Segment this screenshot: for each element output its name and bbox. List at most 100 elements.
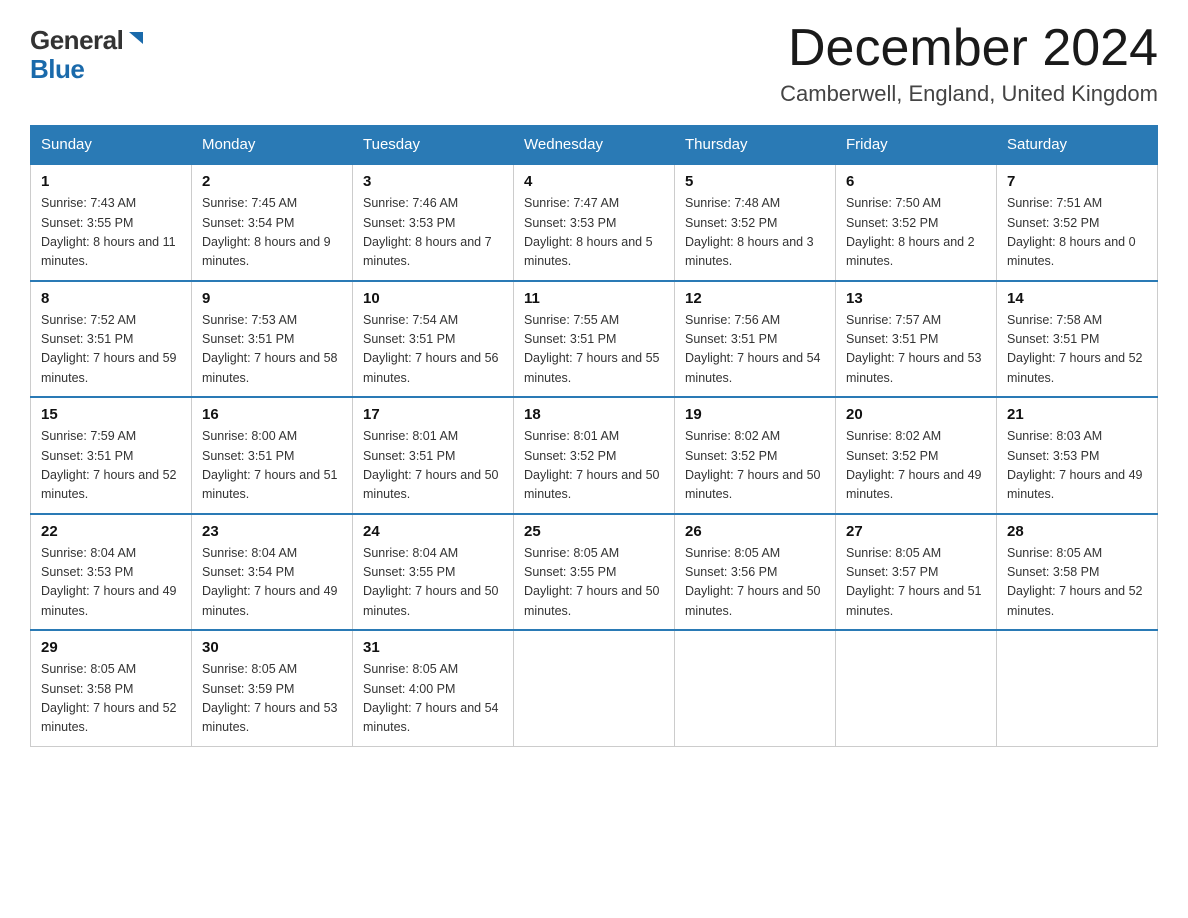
location-title: Camberwell, England, United Kingdom bbox=[780, 81, 1158, 107]
day-cell: 22 Sunrise: 8:04 AMSunset: 3:53 PMDayligh… bbox=[31, 514, 192, 631]
day-info: Sunrise: 7:59 AMSunset: 3:51 PMDaylight:… bbox=[41, 427, 181, 505]
header-wednesday: Wednesday bbox=[514, 126, 675, 165]
day-number: 27 bbox=[846, 523, 986, 540]
calendar-week-row: 1 Sunrise: 7:43 AMSunset: 3:55 PMDaylight… bbox=[31, 164, 1158, 281]
day-cell: 8 Sunrise: 7:52 AMSunset: 3:51 PMDaylight… bbox=[31, 281, 192, 398]
day-number: 15 bbox=[41, 406, 181, 423]
day-info: Sunrise: 7:43 AMSunset: 3:55 PMDaylight:… bbox=[41, 194, 181, 272]
day-info: Sunrise: 8:05 AMSunset: 4:00 PMDaylight:… bbox=[363, 660, 503, 738]
day-number: 11 bbox=[524, 290, 664, 307]
empty-cell bbox=[675, 630, 836, 746]
day-number: 26 bbox=[685, 523, 825, 540]
day-number: 2 bbox=[202, 173, 342, 190]
day-info: Sunrise: 8:04 AMSunset: 3:53 PMDaylight:… bbox=[41, 544, 181, 622]
day-cell: 4Sunrise: 7:47 AMSunset: 3:53 PMDaylight… bbox=[514, 164, 675, 281]
day-number: 12 bbox=[685, 290, 825, 307]
day-info: Sunrise: 7:50 AMSunset: 3:52 PMDaylight:… bbox=[846, 194, 986, 272]
header-sunday: Sunday bbox=[31, 126, 192, 165]
day-info: Sunrise: 8:05 AMSunset: 3:57 PMDaylight:… bbox=[846, 544, 986, 622]
day-info: Sunrise: 8:04 AMSunset: 3:54 PMDaylight:… bbox=[202, 544, 342, 622]
day-info: Sunrise: 7:51 AMSunset: 3:52 PMDaylight:… bbox=[1007, 194, 1147, 272]
day-cell: 18 Sunrise: 8:01 AMSunset: 3:52 PMDayligh… bbox=[514, 397, 675, 514]
day-cell: 14 Sunrise: 7:58 AMSunset: 3:51 PMDayligh… bbox=[997, 281, 1158, 398]
day-info: Sunrise: 7:48 AMSunset: 3:52 PMDaylight:… bbox=[685, 194, 825, 272]
day-cell: 11 Sunrise: 7:55 AMSunset: 3:51 PMDayligh… bbox=[514, 281, 675, 398]
calendar-week-row: 15 Sunrise: 7:59 AMSunset: 3:51 PMDayligh… bbox=[31, 397, 1158, 514]
day-info: Sunrise: 7:58 AMSunset: 3:51 PMDaylight:… bbox=[1007, 311, 1147, 389]
day-cell: 29Sunrise: 8:05 AMSunset: 3:58 PMDayligh… bbox=[31, 630, 192, 746]
day-cell: 21Sunrise: 8:03 AMSunset: 3:53 PMDayligh… bbox=[997, 397, 1158, 514]
day-info: Sunrise: 8:02 AMSunset: 3:52 PMDaylight:… bbox=[685, 427, 825, 505]
calendar-week-row: 22 Sunrise: 8:04 AMSunset: 3:53 PMDayligh… bbox=[31, 514, 1158, 631]
day-number: 21 bbox=[1007, 406, 1147, 423]
day-number: 14 bbox=[1007, 290, 1147, 307]
day-number: 7 bbox=[1007, 173, 1147, 190]
month-title: December 2024 bbox=[780, 20, 1158, 77]
day-info: Sunrise: 7:46 AMSunset: 3:53 PMDaylight:… bbox=[363, 194, 503, 272]
day-number: 17 bbox=[363, 406, 503, 423]
title-section: December 2024 Camberwell, England, Unite… bbox=[780, 20, 1158, 107]
day-cell: 27 Sunrise: 8:05 AMSunset: 3:57 PMDayligh… bbox=[836, 514, 997, 631]
day-cell: 25Sunrise: 8:05 AMSunset: 3:55 PMDayligh… bbox=[514, 514, 675, 631]
header-monday: Monday bbox=[192, 126, 353, 165]
day-number: 13 bbox=[846, 290, 986, 307]
day-cell: 10Sunrise: 7:54 AMSunset: 3:51 PMDayligh… bbox=[353, 281, 514, 398]
day-info: Sunrise: 8:00 AMSunset: 3:51 PMDaylight:… bbox=[202, 427, 342, 505]
day-number: 20 bbox=[846, 406, 986, 423]
day-number: 28 bbox=[1007, 523, 1147, 540]
day-cell: 13 Sunrise: 7:57 AMSunset: 3:51 PMDayligh… bbox=[836, 281, 997, 398]
calendar-week-row: 8 Sunrise: 7:52 AMSunset: 3:51 PMDaylight… bbox=[31, 281, 1158, 398]
day-info: Sunrise: 8:05 AMSunset: 3:59 PMDaylight:… bbox=[202, 660, 342, 738]
day-cell: 20Sunrise: 8:02 AMSunset: 3:52 PMDayligh… bbox=[836, 397, 997, 514]
day-cell: 16 Sunrise: 8:00 AMSunset: 3:51 PMDayligh… bbox=[192, 397, 353, 514]
day-cell: 15 Sunrise: 7:59 AMSunset: 3:51 PMDayligh… bbox=[31, 397, 192, 514]
day-info: Sunrise: 8:05 AMSunset: 3:55 PMDaylight:… bbox=[524, 544, 664, 622]
header-tuesday: Tuesday bbox=[353, 126, 514, 165]
day-info: Sunrise: 7:53 AMSunset: 3:51 PMDaylight:… bbox=[202, 311, 342, 389]
day-cell: 1 Sunrise: 7:43 AMSunset: 3:55 PMDaylight… bbox=[31, 164, 192, 281]
logo-general: General bbox=[30, 26, 123, 55]
day-number: 16 bbox=[202, 406, 342, 423]
day-cell: 7 Sunrise: 7:51 AMSunset: 3:52 PMDaylight… bbox=[997, 164, 1158, 281]
day-info: Sunrise: 8:04 AMSunset: 3:55 PMDaylight:… bbox=[363, 544, 503, 622]
calendar-week-row: 29Sunrise: 8:05 AMSunset: 3:58 PMDayligh… bbox=[31, 630, 1158, 746]
day-info: Sunrise: 7:45 AMSunset: 3:54 PMDaylight:… bbox=[202, 194, 342, 272]
day-cell: 28Sunrise: 8:05 AMSunset: 3:58 PMDayligh… bbox=[997, 514, 1158, 631]
day-number: 24 bbox=[363, 523, 503, 540]
header-saturday: Saturday bbox=[997, 126, 1158, 165]
day-number: 5 bbox=[685, 173, 825, 190]
day-number: 29 bbox=[41, 639, 181, 656]
header-thursday: Thursday bbox=[675, 126, 836, 165]
day-info: Sunrise: 7:55 AMSunset: 3:51 PMDaylight:… bbox=[524, 311, 664, 389]
day-info: Sunrise: 7:52 AMSunset: 3:51 PMDaylight:… bbox=[41, 311, 181, 389]
logo: General Blue bbox=[30, 20, 147, 83]
weekday-header-row: Sunday Monday Tuesday Wednesday Thursday… bbox=[31, 126, 1158, 165]
day-cell: 17 Sunrise: 8:01 AMSunset: 3:51 PMDayligh… bbox=[353, 397, 514, 514]
day-cell: 5 Sunrise: 7:48 AMSunset: 3:52 PMDaylight… bbox=[675, 164, 836, 281]
day-info: Sunrise: 7:57 AMSunset: 3:51 PMDaylight:… bbox=[846, 311, 986, 389]
day-cell: 19 Sunrise: 8:02 AMSunset: 3:52 PMDayligh… bbox=[675, 397, 836, 514]
day-cell: 31 Sunrise: 8:05 AMSunset: 4:00 PMDayligh… bbox=[353, 630, 514, 746]
day-number: 22 bbox=[41, 523, 181, 540]
day-info: Sunrise: 7:56 AMSunset: 3:51 PMDaylight:… bbox=[685, 311, 825, 389]
day-cell: 2 Sunrise: 7:45 AMSunset: 3:54 PMDaylight… bbox=[192, 164, 353, 281]
day-info: Sunrise: 8:05 AMSunset: 3:56 PMDaylight:… bbox=[685, 544, 825, 622]
day-info: Sunrise: 8:01 AMSunset: 3:52 PMDaylight:… bbox=[524, 427, 664, 505]
day-number: 18 bbox=[524, 406, 664, 423]
day-info: Sunrise: 8:01 AMSunset: 3:51 PMDaylight:… bbox=[363, 427, 503, 505]
day-info: Sunrise: 7:54 AMSunset: 3:51 PMDaylight:… bbox=[363, 311, 503, 389]
day-cell: 3Sunrise: 7:46 AMSunset: 3:53 PMDaylight… bbox=[353, 164, 514, 281]
day-number: 8 bbox=[41, 290, 181, 307]
header-friday: Friday bbox=[836, 126, 997, 165]
day-cell: 9Sunrise: 7:53 AMSunset: 3:51 PMDaylight… bbox=[192, 281, 353, 398]
day-number: 30 bbox=[202, 639, 342, 656]
day-number: 19 bbox=[685, 406, 825, 423]
day-number: 6 bbox=[846, 173, 986, 190]
day-number: 31 bbox=[363, 639, 503, 656]
day-cell: 23 Sunrise: 8:04 AMSunset: 3:54 PMDayligh… bbox=[192, 514, 353, 631]
empty-cell bbox=[997, 630, 1158, 746]
calendar-table: Sunday Monday Tuesday Wednesday Thursday… bbox=[30, 125, 1158, 747]
day-number: 23 bbox=[202, 523, 342, 540]
day-cell: 12 Sunrise: 7:56 AMSunset: 3:51 PMDayligh… bbox=[675, 281, 836, 398]
day-number: 1 bbox=[41, 173, 181, 190]
